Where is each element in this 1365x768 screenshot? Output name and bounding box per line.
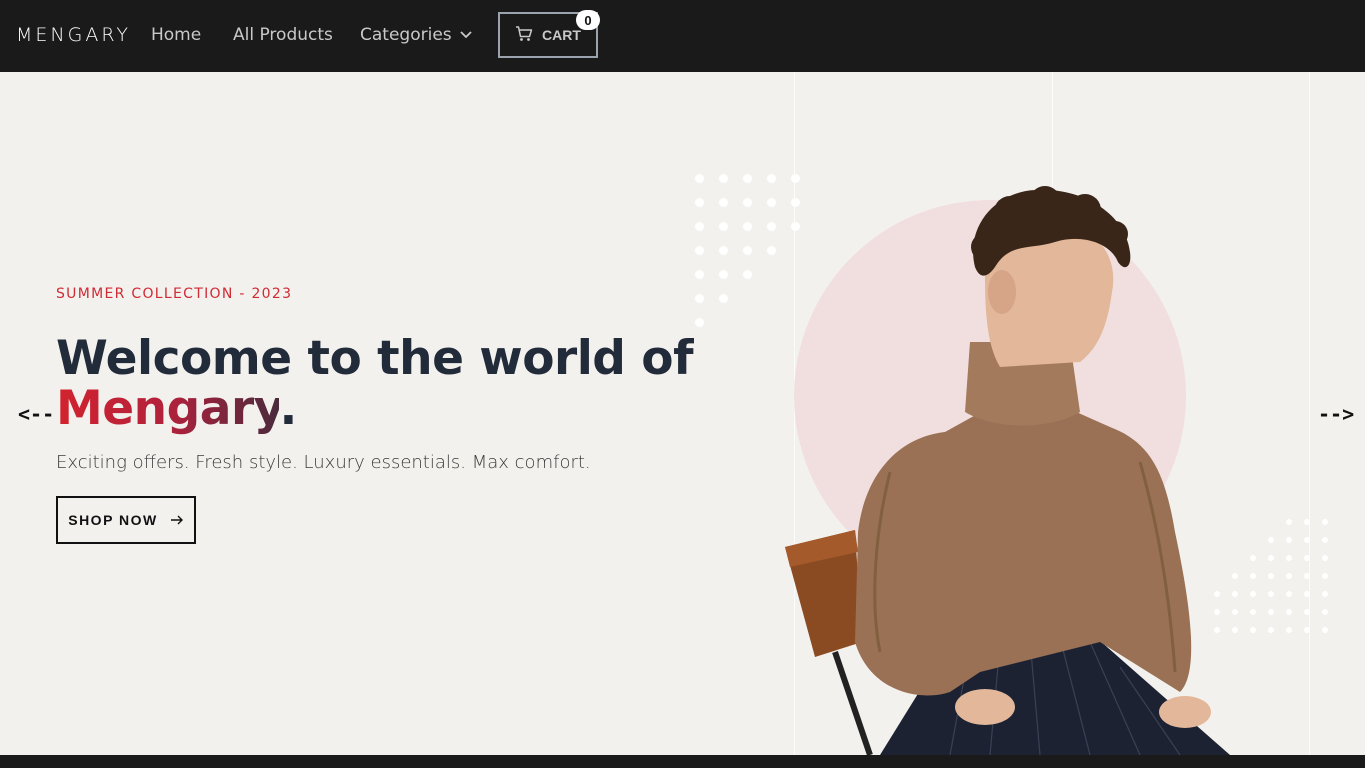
- decorative-dot: [1286, 519, 1292, 525]
- arrow-right-icon: [170, 512, 184, 528]
- decorative-dot: [1268, 573, 1274, 579]
- model-image: [785, 186, 1230, 755]
- divider-line: [1309, 72, 1310, 755]
- nav-link-all-products[interactable]: All Products: [233, 25, 333, 45]
- decorative-dot: [1268, 555, 1274, 561]
- decorative-dot: [1304, 537, 1310, 543]
- shop-now-button[interactable]: SHOP NOW: [56, 496, 196, 544]
- decorative-dot: [1304, 555, 1310, 561]
- decorative-dot: [1304, 519, 1310, 525]
- decorative-dot: [719, 198, 728, 207]
- decorative-dot: [719, 246, 728, 255]
- cart-button[interactable]: CART 0: [498, 10, 600, 58]
- decorative-dot: [767, 198, 776, 207]
- decorative-dot: [719, 222, 728, 231]
- slider-next-arrow[interactable]: -->: [1318, 402, 1354, 426]
- decorative-dot: [1268, 609, 1274, 615]
- decorative-dot: [743, 270, 752, 279]
- decorative-dot: [719, 174, 728, 183]
- decorative-dot: [743, 222, 752, 231]
- decorative-dot: [695, 270, 704, 279]
- decorative-dot: [743, 174, 752, 183]
- decorative-dot: [1268, 591, 1274, 597]
- decorative-dot: [1286, 555, 1292, 561]
- shop-now-label: SHOP NOW: [68, 512, 158, 528]
- decorative-dot: [695, 174, 704, 183]
- decorative-dot: [1286, 609, 1292, 615]
- brand-logo[interactable]: MENGARY: [16, 24, 131, 46]
- nav-link-categories[interactable]: Categories: [360, 25, 472, 45]
- decorative-dot: [695, 318, 704, 327]
- hero-slider: SUMMER COLLECTION - 2023 Welcome to the …: [0, 72, 1365, 755]
- headline-line-2: Mengary.: [56, 384, 693, 434]
- decorative-dot: [695, 198, 704, 207]
- decorative-dot: [1304, 573, 1310, 579]
- decorative-dot: [743, 246, 752, 255]
- hero-headline: Welcome to the world of Mengary.: [56, 331, 694, 434]
- decorative-dot: [1322, 519, 1328, 525]
- headline-period: .: [279, 381, 297, 436]
- decorative-dot: [1286, 573, 1292, 579]
- nav-link-home[interactable]: Home: [151, 25, 201, 45]
- cart-count-badge: 0: [576, 10, 600, 30]
- decorative-dot: [1304, 591, 1310, 597]
- decorative-dot: [1322, 609, 1328, 615]
- cart-label: CART: [542, 27, 581, 43]
- decorative-dot: [695, 246, 704, 255]
- slider-prev-arrow[interactable]: <--: [18, 402, 54, 426]
- hero-eyebrow: SUMMER COLLECTION - 2023: [56, 286, 293, 302]
- decorative-dot: [1322, 573, 1328, 579]
- decorative-dot: [1286, 627, 1292, 633]
- bottom-bar: [0, 755, 1365, 768]
- decorative-dot: [1286, 537, 1292, 543]
- decorative-dot: [1322, 537, 1328, 543]
- decorative-dot: [743, 198, 752, 207]
- headline-line-1: Welcome to the world of: [56, 331, 694, 386]
- decorative-dot: [1304, 627, 1310, 633]
- chevron-down-icon: [460, 31, 472, 39]
- decorative-dot: [695, 294, 704, 303]
- categories-label: Categories: [360, 25, 452, 45]
- decorative-dot: [1322, 591, 1328, 597]
- decorative-dot: [767, 174, 776, 183]
- decorative-dot: [695, 222, 704, 231]
- decorative-dot: [767, 246, 776, 255]
- decorative-dot: [1268, 537, 1274, 543]
- decorative-dot: [1286, 591, 1292, 597]
- brand-highlight: Mengary: [56, 381, 280, 436]
- top-navbar: MENGARY Home All Products Categories CAR…: [0, 0, 1365, 72]
- decorative-dot: [1304, 609, 1310, 615]
- decorative-dot: [1268, 627, 1274, 633]
- decorative-dot: [719, 270, 728, 279]
- decorative-dot: [1322, 627, 1328, 633]
- cart-icon: [515, 25, 533, 45]
- decorative-dot: [1322, 555, 1328, 561]
- hero-subtitle: Exciting offers. Fresh style. Luxury ess…: [56, 452, 591, 473]
- decorative-dot: [767, 222, 776, 231]
- decorative-dot: [719, 294, 728, 303]
